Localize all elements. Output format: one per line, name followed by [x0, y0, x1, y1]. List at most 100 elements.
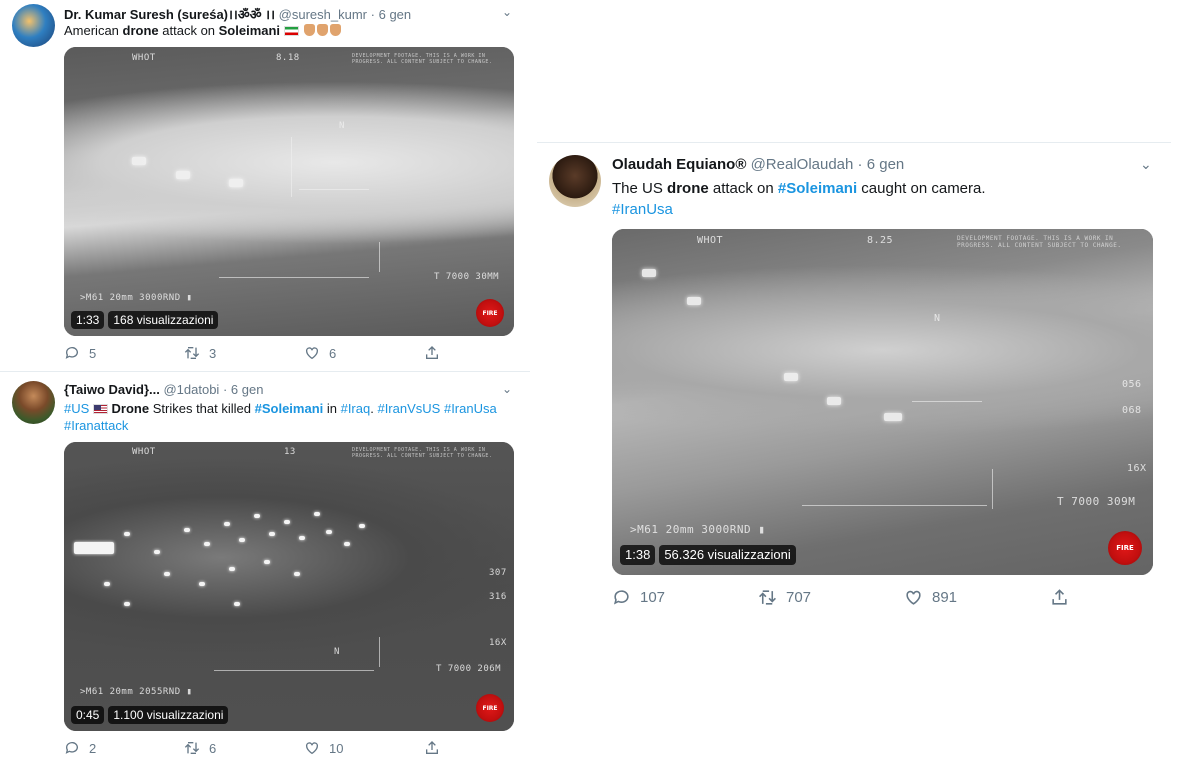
- author-name[interactable]: Olaudah Equiano®: [612, 156, 746, 173]
- tweet-text: #US Drone Strikes that killed #Soleimani…: [64, 401, 497, 433]
- retweet-icon: [184, 345, 200, 361]
- chevron-down-icon[interactable]: ⌄: [1140, 156, 1152, 173]
- hud-range: T 7000 30MM: [434, 272, 500, 282]
- hud-top-readout: 8.25: [867, 235, 894, 246]
- tweet-timestamp[interactable]: 6 gen: [231, 382, 264, 397]
- heart-icon: [304, 740, 320, 756]
- avatar[interactable]: [549, 155, 601, 207]
- tweet-header: Dr. Kumar Suresh (sureśa)।।ॐॐ ।। @suresh…: [64, 5, 411, 23]
- tweet-timestamp[interactable]: 6 gen: [867, 156, 905, 173]
- hud-readout-3: 16X: [1127, 463, 1147, 474]
- like-button[interactable]: 6: [304, 345, 424, 361]
- iran-flag-icon: [283, 26, 299, 36]
- tweet-olaudah[interactable]: Olaudah Equiano® @RealOlaudah · 6 gen ⌄ …: [537, 142, 1171, 622]
- video-duration: 1:38: [620, 545, 656, 565]
- retweet-button[interactable]: 707: [758, 588, 904, 607]
- hashtag[interactable]: #Soleimani: [778, 180, 857, 197]
- hud-mode: WHOT: [132, 447, 156, 457]
- reply-count: 5: [89, 345, 97, 361]
- hud-notice: DEVELOPMENT FOOTAGE. THIS IS A WORK IN P…: [352, 447, 493, 459]
- retweet-icon: [184, 740, 200, 756]
- reply-button[interactable]: 5: [64, 345, 184, 361]
- hud-weapon: >M61 20mm 3000RND ▮: [630, 523, 766, 536]
- hud-readout-1: 056: [1122, 379, 1142, 390]
- hud-top-readout: 8.18: [276, 53, 300, 63]
- fire-indicator: FIRE: [476, 299, 504, 327]
- avatar[interactable]: [12, 4, 55, 47]
- chevron-down-icon[interactable]: ⌄: [502, 5, 512, 19]
- tweet-actions: 107 707 891: [612, 588, 1183, 607]
- like-button[interactable]: 10: [304, 740, 424, 756]
- video-duration: 1:33: [71, 311, 105, 329]
- separator-dot: ·: [857, 156, 863, 173]
- hashtag[interactable]: #US: [64, 401, 89, 416]
- retweet-button[interactable]: 6: [184, 740, 304, 756]
- hud-readout-2: 316: [489, 592, 507, 602]
- chevron-down-icon[interactable]: ⌄: [502, 382, 512, 396]
- fire-indicator: FIRE: [476, 694, 504, 722]
- hashtag[interactable]: #IranUsa: [444, 401, 497, 416]
- separator-dot: ·: [222, 382, 228, 397]
- share-button[interactable]: [424, 740, 544, 756]
- tweet-text: The US drone attack on #Soleimani caught…: [612, 180, 986, 218]
- retweet-count: 3: [209, 345, 217, 361]
- tweet-actions: 5 3 6: [64, 345, 544, 361]
- hud-readout-1: 307: [489, 568, 507, 578]
- share-icon: [1050, 588, 1069, 607]
- hashtag[interactable]: #Soleimani: [255, 401, 324, 416]
- share-button[interactable]: [424, 345, 544, 361]
- hud-range: T 7000 309M: [1057, 495, 1136, 508]
- us-flag-icon: [92, 404, 108, 414]
- reply-button[interactable]: 2: [64, 740, 184, 756]
- author-name[interactable]: {Taiwo David}...: [64, 382, 160, 397]
- hud-north: N: [339, 121, 345, 131]
- hashtag[interactable]: #IranVsUS: [377, 401, 440, 416]
- video-player[interactable]: WHOT 8.25 DEVELOPMENT FOOTAGE. THIS IS A…: [612, 229, 1153, 575]
- retweet-button[interactable]: 3: [184, 345, 304, 361]
- pointing-down-hand-icon: [330, 24, 342, 36]
- reply-icon: [64, 740, 80, 756]
- hashtag[interactable]: #Iraq: [341, 401, 371, 416]
- hud-north: N: [934, 313, 941, 324]
- video-views: 1.100 visualizzazioni: [108, 706, 229, 724]
- hud-readout-3: 16X: [489, 638, 507, 648]
- pointing-down-hand-icon: [304, 24, 316, 36]
- heart-icon: [904, 588, 923, 607]
- tweet-timestamp[interactable]: 6 gen: [379, 7, 412, 22]
- reply-icon: [64, 345, 80, 361]
- hashtag[interactable]: #Iranattack: [64, 418, 128, 433]
- like-count: 891: [932, 589, 958, 606]
- hashtag[interactable]: #IranUsa: [612, 201, 673, 218]
- hud-top-readout: 13: [284, 447, 296, 457]
- video-badges: 0:45 1.100 visualizzazioni: [71, 706, 229, 724]
- hud-mode: WHOT: [697, 235, 724, 246]
- tweet-taiwo[interactable]: {Taiwo David}... @1datobi · 6 gen ⌄ #US …: [0, 372, 530, 768]
- retweet-count: 707: [786, 589, 812, 606]
- share-button[interactable]: [1050, 588, 1183, 607]
- separator-dot: ·: [370, 7, 375, 22]
- author-name[interactable]: Dr. Kumar Suresh (sureśa)।।ॐॐ ।।: [64, 7, 275, 22]
- author-handle[interactable]: @RealOlaudah: [751, 156, 854, 173]
- share-icon: [424, 740, 440, 756]
- video-badges: 1:38 56.326 visualizzazioni: [620, 545, 796, 565]
- video-badges: 1:33 168 visualizzazioni: [71, 311, 219, 329]
- video-player[interactable]: WHOT 8.18 DEVELOPMENT FOOTAGE. THIS IS A…: [64, 47, 514, 336]
- video-player[interactable]: WHOT 13 DEVELOPMENT FOOTAGE. THIS IS A W…: [64, 442, 514, 731]
- reply-count: 107: [640, 589, 666, 606]
- hud-weapon: >M61 20mm 3000RND ▮: [80, 293, 193, 303]
- tweet-suresh[interactable]: Dr. Kumar Suresh (sureśa)।।ॐॐ ।। @suresh…: [0, 0, 530, 372]
- like-count: 6: [329, 345, 337, 361]
- video-duration: 0:45: [71, 706, 105, 724]
- author-handle[interactable]: @1datobi: [163, 382, 219, 397]
- avatar[interactable]: [12, 381, 55, 424]
- retweet-count: 6: [209, 740, 217, 756]
- heart-icon: [304, 345, 320, 361]
- reply-button[interactable]: 107: [612, 588, 758, 607]
- fire-indicator: FIRE: [1108, 531, 1142, 565]
- author-handle[interactable]: @suresh_kumr: [279, 7, 367, 22]
- reply-icon: [612, 588, 631, 607]
- tweet-text: American drone attack on Soleimani: [64, 22, 514, 39]
- hud-range: T 7000 206M: [436, 664, 502, 674]
- like-button[interactable]: 891: [904, 588, 1050, 607]
- hud-readout-2: 068: [1122, 405, 1142, 416]
